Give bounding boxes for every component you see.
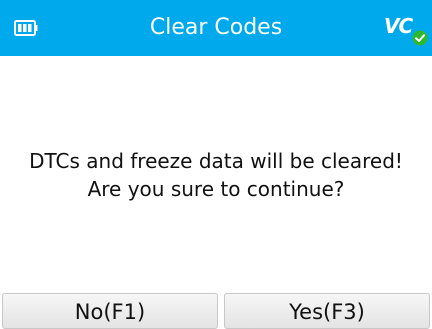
connected-check-icon — [412, 30, 428, 46]
page-title: Clear Codes — [149, 15, 283, 40]
no-button[interactable]: No(F1) — [2, 293, 218, 329]
button-bar: No(F1) Yes(F3) — [0, 293, 432, 329]
vci-label: VC — [384, 14, 413, 38]
confirmation-message: DTCs and freeze data will be cleared! Ar… — [0, 56, 432, 293]
yes-button[interactable]: Yes(F3) — [224, 293, 430, 329]
message-line-2: Are you sure to continue? — [87, 176, 345, 201]
title-bar: Clear Codes VC — [0, 0, 432, 56]
battery-icon — [14, 20, 38, 36]
clear-codes-screen: Clear Codes VC DTCs and freeze data will… — [0, 0, 432, 329]
message-line-1: DTCs and freeze data will be cleared! — [29, 148, 403, 173]
vci-status: VC — [384, 10, 428, 46]
